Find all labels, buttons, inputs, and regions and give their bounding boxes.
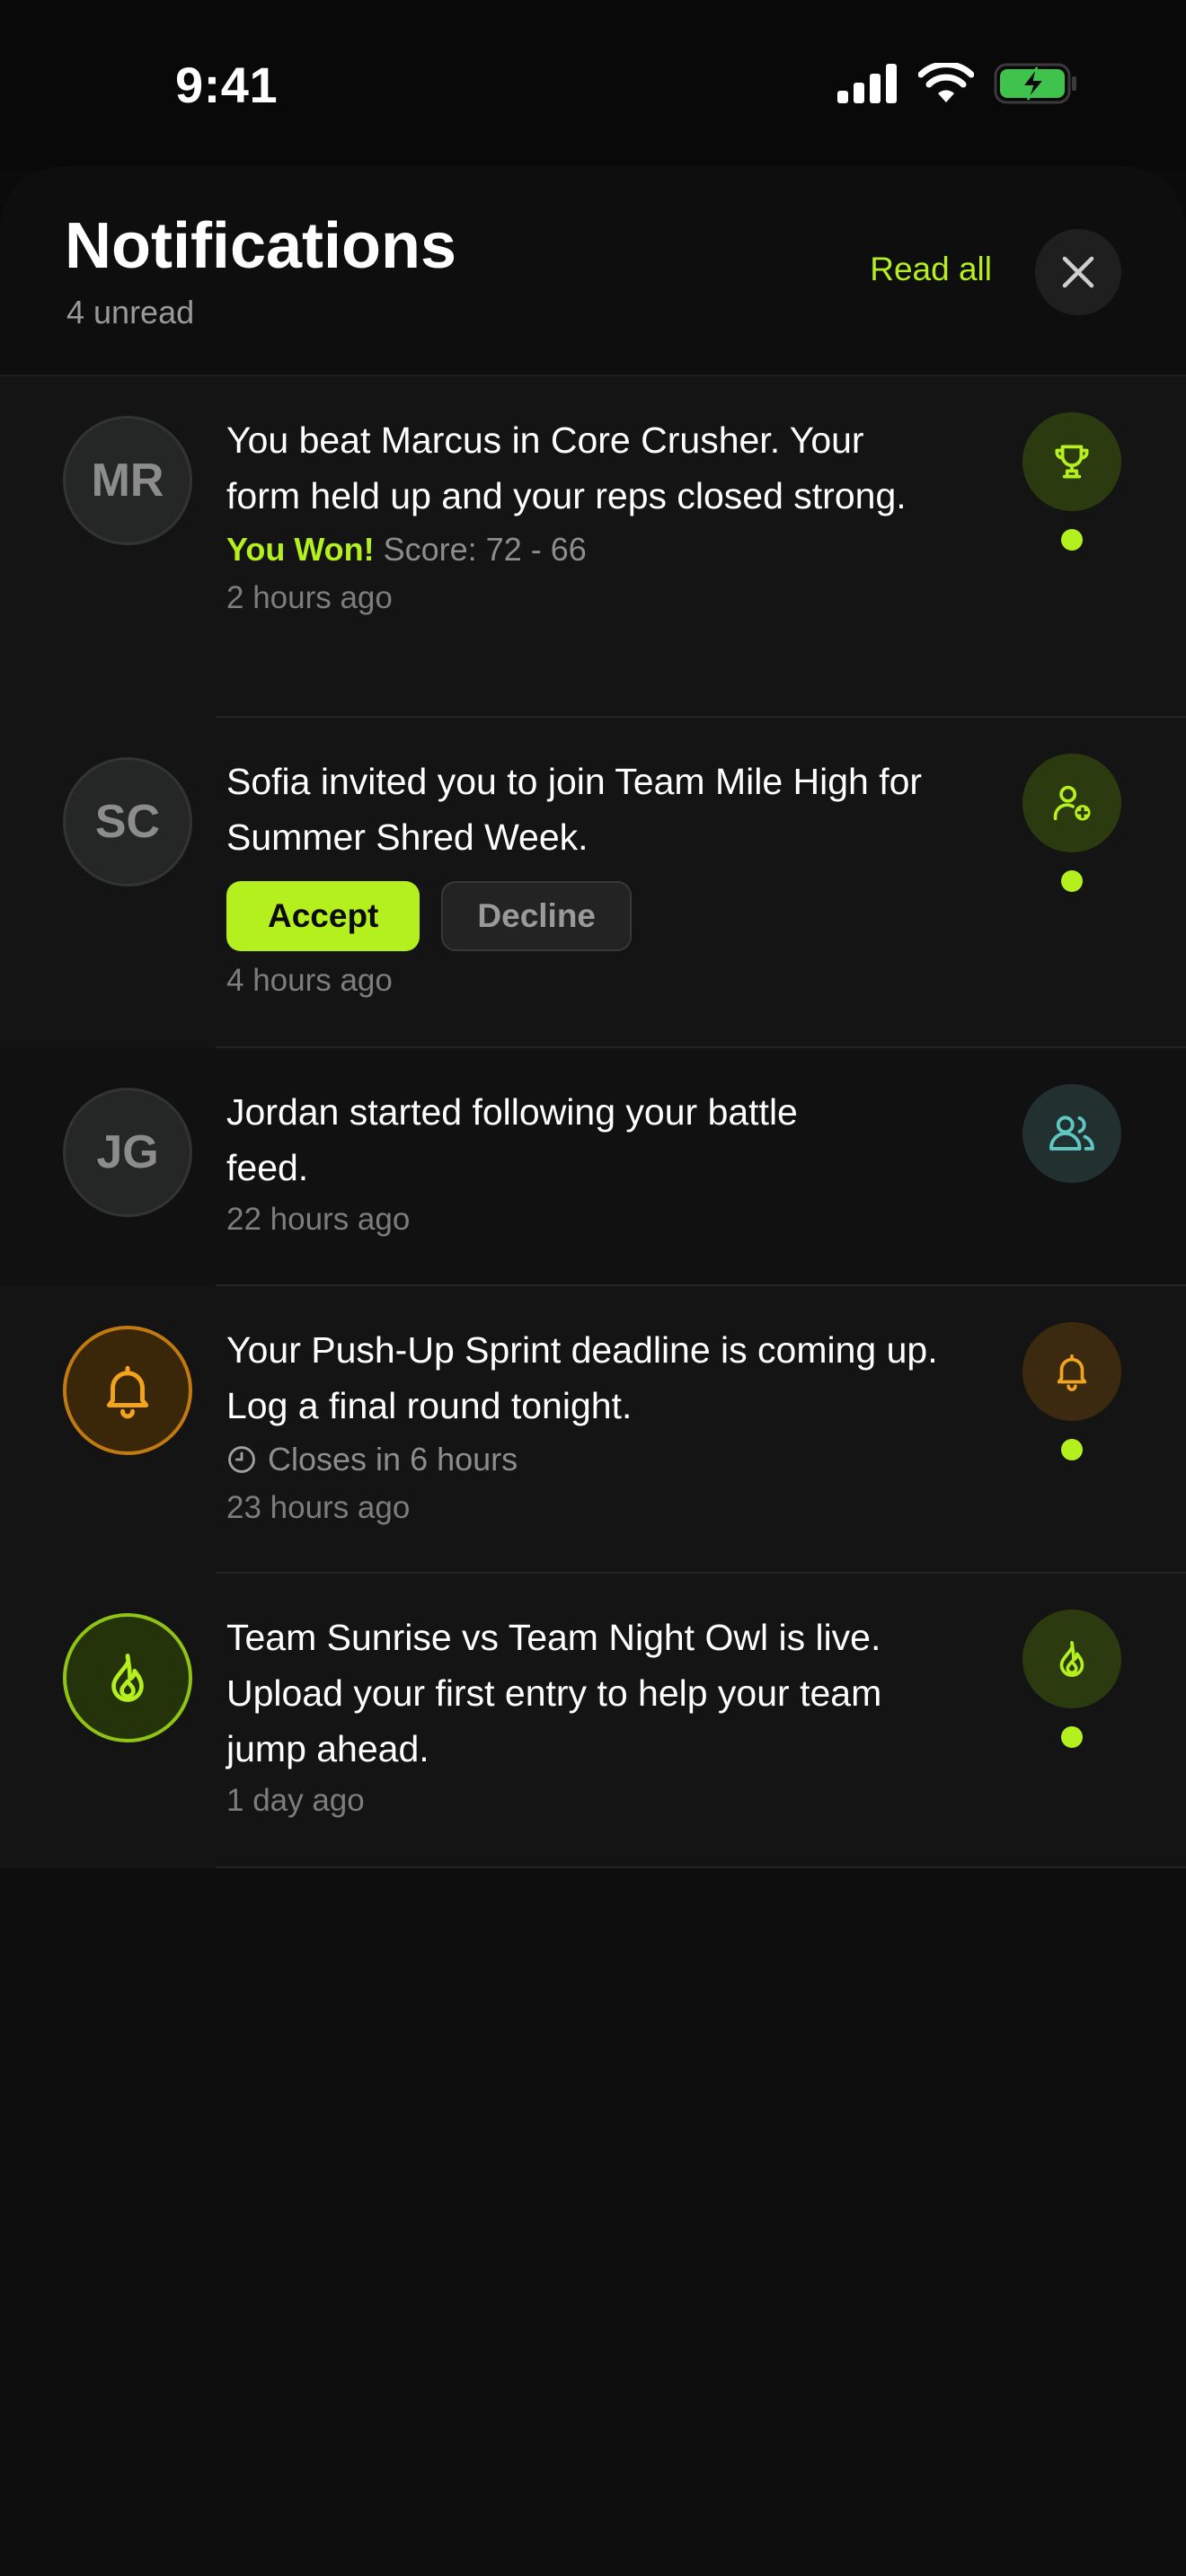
unread-dot <box>1061 529 1083 551</box>
notification-content: Your Push-Up Sprint deadline is coming u… <box>226 1322 945 1532</box>
notification-message: Team Sunrise vs Team Night Owl is live. … <box>226 1617 882 1769</box>
notification-item-new-follower[interactable]: JG Jordan started following your battle … <box>0 1048 1186 1286</box>
notification-time: 4 hours ago <box>226 963 393 998</box>
avatar: JG <box>63 1088 192 1217</box>
notification-message: Jordan started following your battle fee… <box>226 1091 798 1188</box>
unread-dot <box>1061 870 1083 892</box>
status-icons <box>837 63 1078 104</box>
users-icon <box>1049 1116 1094 1151</box>
notification-message: Your Push-Up Sprint deadline is coming u… <box>226 1329 938 1426</box>
read-all-button[interactable]: Read all <box>870 251 992 288</box>
notification-item-deadline[interactable]: Your Push-Up Sprint deadline is coming u… <box>0 1286 1186 1574</box>
sheet-header: Notifications 4 unread Read all <box>0 166 1186 376</box>
wifi-icon <box>918 63 974 102</box>
bell-icon <box>106 1365 149 1419</box>
invite-actions: Accept Decline <box>226 881 945 951</box>
notification-type-badge <box>1022 1610 1121 1708</box>
unread-count: 4 unread <box>66 294 195 331</box>
notification-message: Sofia invited you to join Team Mile High… <box>226 761 923 858</box>
score-text: Score: 72 - 66 <box>383 531 587 568</box>
accept-button[interactable]: Accept <box>226 881 420 951</box>
avatar <box>63 1326 192 1455</box>
notification-item-battle-won[interactable]: MR You beat Marcus in Core Crusher. Your… <box>0 376 1186 718</box>
flame-icon <box>1059 1640 1084 1677</box>
close-button[interactable] <box>1035 229 1121 315</box>
notification-item-team-battle-live[interactable]: Team Sunrise vs Team Night Owl is live. … <box>0 1574 1186 1868</box>
clock-icon <box>228 1446 255 1473</box>
notification-type-badge <box>1022 1322 1121 1421</box>
notification-time: 1 day ago <box>226 1783 365 1818</box>
notification-type-badge <box>1022 412 1121 511</box>
unread-dot <box>1061 1439 1083 1460</box>
notification-content: Jordan started following your battle fee… <box>226 1084 801 1244</box>
notification-item-team-invite[interactable]: SC Sofia invited you to join Team Mile H… <box>0 718 1186 1048</box>
notification-type-badge <box>1022 1084 1121 1183</box>
flame-icon <box>111 1654 144 1702</box>
notification-message: You beat Marcus in Core Crusher. Your fo… <box>226 419 907 516</box>
status-bar: 9:41 <box>0 0 1186 171</box>
battery-charging-icon <box>994 63 1076 104</box>
avatar: SC <box>63 757 192 887</box>
notification-list: MR You beat Marcus in Core Crusher. Your… <box>0 376 1186 1868</box>
notification-time: 2 hours ago <box>226 580 393 615</box>
notifications-sheet: Notifications 4 unread Read all MR You b… <box>0 166 1186 2576</box>
cellular-signal-icon <box>837 64 897 103</box>
bell-icon <box>1057 1354 1087 1391</box>
notification-result-line: You Won! Score: 72 - 66 <box>226 525 945 574</box>
notification-time: 23 hours ago <box>226 1490 411 1525</box>
status-time: 9:41 <box>175 57 279 113</box>
notification-time: 22 hours ago <box>226 1202 411 1237</box>
notification-content: Team Sunrise vs Team Night Owl is live. … <box>226 1610 945 1825</box>
notification-type-badge <box>1022 754 1121 852</box>
page-title: Notifications <box>65 210 457 282</box>
notification-content: Sofia invited you to join Team Mile High… <box>226 754 945 1005</box>
avatar: MR <box>63 416 192 545</box>
notification-content: You beat Marcus in Core Crusher. Your fo… <box>226 412 945 622</box>
decline-button[interactable]: Decline <box>441 881 633 951</box>
deadline-line: Closes in 6 hours <box>226 1435 945 1484</box>
close-icon <box>1062 256 1094 288</box>
unread-dot <box>1061 1726 1083 1748</box>
avatar <box>63 1613 192 1742</box>
user-plus-icon <box>1053 785 1091 821</box>
trophy-icon <box>1055 445 1089 479</box>
deadline-text: Closes in 6 hours <box>268 1441 518 1478</box>
result-label: You Won! <box>226 531 375 568</box>
